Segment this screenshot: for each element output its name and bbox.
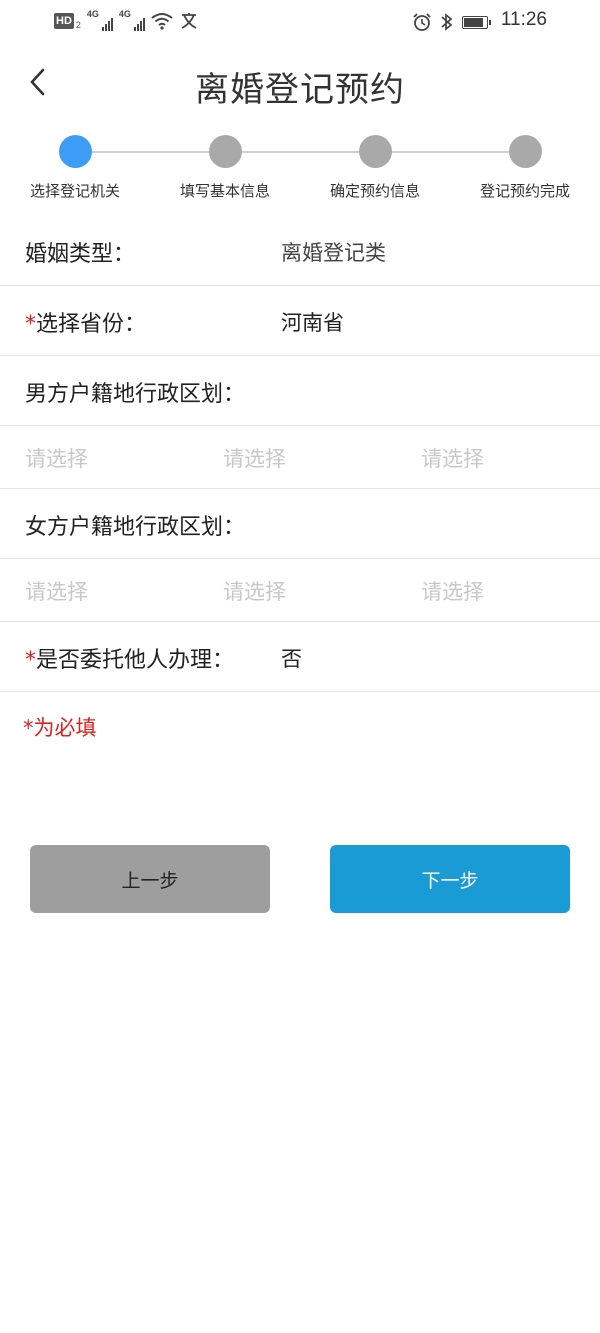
male-region-label: 男方户籍地行政区划： bbox=[25, 382, 246, 407]
step-label: 选择登记机关 bbox=[29, 182, 120, 200]
marriage-type-label: 婚姻类型： bbox=[25, 242, 136, 267]
province-value[interactable]: 河南省 bbox=[281, 307, 344, 337]
step-1: 选择登记机关 bbox=[0, 134, 150, 201]
entrust-row[interactable]: *是否委托他人办理： 否 bbox=[0, 622, 600, 692]
translate-icon bbox=[181, 13, 197, 29]
female-region-label: 女方户籍地行政区划： bbox=[25, 515, 246, 540]
female-province-select[interactable]: 请选择 bbox=[25, 576, 88, 606]
required-mark: * bbox=[25, 648, 36, 673]
hd-sub-label: 2 bbox=[75, 20, 81, 30]
next-step-button[interactable]: 下一步 bbox=[330, 845, 570, 913]
step-2: 填写基本信息 bbox=[150, 134, 300, 201]
battery-icon bbox=[462, 15, 491, 29]
required-mark: * bbox=[25, 312, 36, 337]
marriage-type-value: 离婚登记类 bbox=[281, 241, 386, 265]
app-header: 离婚登记预约 bbox=[0, 44, 600, 124]
step-3: 确定预约信息 bbox=[300, 134, 450, 201]
step-label: 登记预约完成 bbox=[479, 182, 570, 200]
network-type-1: 4G bbox=[86, 9, 99, 19]
wifi-icon bbox=[151, 13, 173, 30]
province-label: 选择省份： bbox=[36, 312, 147, 337]
hd-voice-icon: HD bbox=[54, 13, 74, 29]
previous-step-button[interactable]: 上一步 bbox=[30, 845, 270, 913]
progress-stepper: 选择登记机关 填写基本信息 确定预约信息 登记预约完成 bbox=[0, 134, 600, 204]
step-dot-active bbox=[58, 135, 92, 168]
step-dot bbox=[358, 135, 392, 168]
male-district-select[interactable]: 请选择 bbox=[421, 443, 484, 473]
male-city-select[interactable]: 请选择 bbox=[223, 443, 286, 473]
alarm-icon bbox=[413, 13, 431, 31]
province-row[interactable]: *选择省份： 河南省 bbox=[0, 286, 600, 356]
page-title: 离婚登记预约 bbox=[195, 70, 405, 110]
network-type-2: 4G bbox=[118, 9, 131, 19]
required-note: *为必填 bbox=[23, 716, 97, 740]
signal-icon-2: 4G bbox=[118, 9, 145, 31]
status-left: HD 2 4G 4G bbox=[54, 9, 199, 31]
step-label: 填写基本信息 bbox=[179, 182, 270, 200]
female-district-select[interactable]: 请选择 bbox=[421, 576, 484, 606]
step-dot bbox=[208, 135, 242, 168]
female-region-row: 女方户籍地行政区划： bbox=[0, 489, 600, 559]
province-label-wrap: *选择省份： bbox=[25, 306, 146, 338]
status-time: 11:26 bbox=[500, 9, 547, 30]
entrust-label: 是否委托他人办理： bbox=[36, 648, 235, 673]
signal-icon-1: 4G bbox=[86, 9, 113, 31]
entrust-label-wrap: *是否委托他人办理： bbox=[25, 642, 234, 674]
male-region-row: 男方户籍地行政区划： bbox=[0, 356, 600, 426]
female-region-selects: 请选择 请选择 请选择 bbox=[0, 559, 600, 622]
bluetooth-icon bbox=[441, 13, 453, 31]
step-dot bbox=[508, 135, 542, 168]
appointment-form: 婚姻类型： 离婚登记类 *选择省份： 河南省 男方户籍地行政区划： 请选择 请选… bbox=[0, 216, 600, 692]
male-province-select[interactable]: 请选择 bbox=[25, 443, 88, 473]
entrust-value[interactable]: 否 bbox=[281, 643, 302, 673]
status-bar: HD 2 4G 4G 11:26 bbox=[0, 0, 600, 44]
marriage-type-row: 婚姻类型： 离婚登记类 bbox=[0, 216, 600, 286]
male-region-selects: 请选择 请选择 请选择 bbox=[0, 426, 600, 489]
step-4: 登记预约完成 bbox=[450, 134, 600, 201]
step-label: 确定预约信息 bbox=[329, 182, 420, 200]
status-right bbox=[412, 12, 491, 32]
female-city-select[interactable]: 请选择 bbox=[223, 576, 286, 606]
